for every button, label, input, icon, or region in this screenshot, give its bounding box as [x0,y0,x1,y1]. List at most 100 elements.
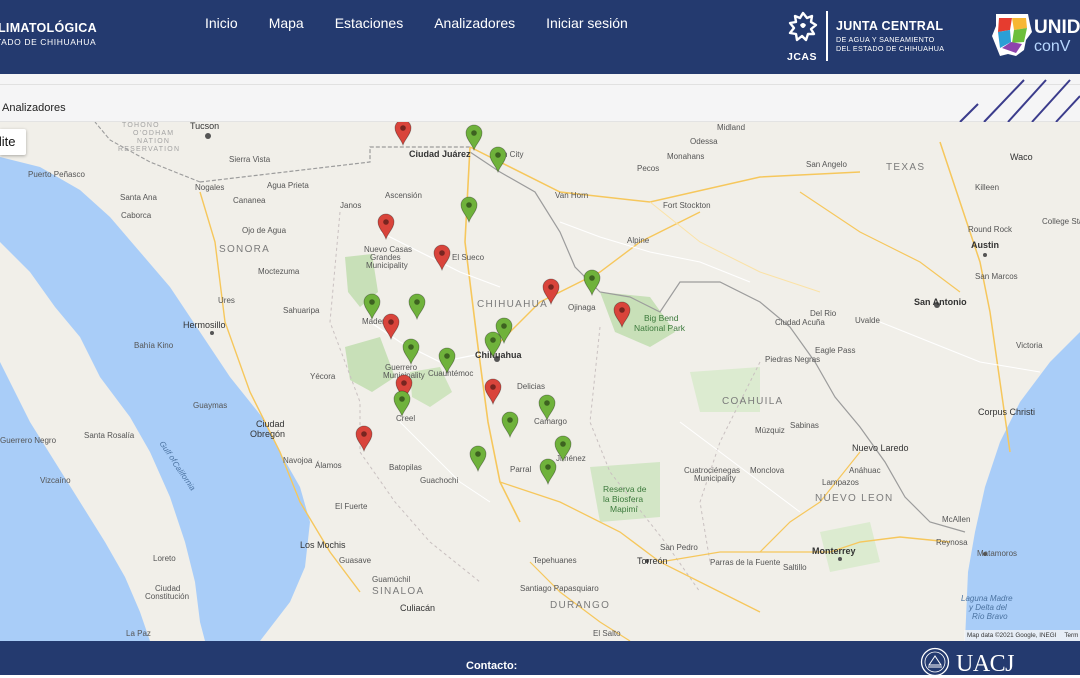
map-label-lampazos: Lampazos [822,478,859,487]
stations-map[interactable]: Tucson TOHONO O'ODHAM NATION RESERVATION… [0,122,1080,641]
jcas-divider [826,11,828,61]
station-marker-online[interactable] [469,445,487,472]
map-label-oodham: O'ODHAM [133,130,175,137]
map-label-alamos: Álamos [315,461,342,470]
map-type-satellite-button[interactable]: llite [0,129,26,155]
map-label-del-rio: Del Rio [810,309,837,318]
map-label-santiago: Santiago Papasquiaro [520,584,599,593]
uacj-seal-icon [920,647,950,677]
chihuahua-state-map-icon [992,14,1032,56]
map-label-parral: Parral [510,465,532,474]
map-label-el-fuerte: El Fuerte [335,502,368,511]
map-label-waco: Waco [1010,152,1033,162]
map-label-texas: TEXAS [886,162,926,173]
unidos-word-1: UNID [1034,17,1080,38]
map-label-culiacan: Culiacán [400,603,436,613]
map-label-reservation: RESERVATION [118,146,181,153]
map-label-san-angelo: San Angelo [806,160,847,169]
map-label-guamuchil: Guamúchil [372,575,411,584]
map-label-big-bend-1: Big Bend [644,313,679,323]
station-marker-online[interactable] [484,331,502,358]
map-label-hermosillo: Hermosillo [183,320,226,330]
station-marker-offline[interactable] [613,301,631,328]
map-label-navojoa: Navojoa [283,456,313,465]
map-label-tepehuanes: Tepehuanes [533,556,577,565]
map-label-killeen: Killeen [975,183,1000,192]
station-marker-online[interactable] [539,458,557,485]
station-marker-offline[interactable] [377,213,395,240]
map-label-monahans: Monahans [667,152,705,161]
map-label-eagle-pass: Eagle Pass [815,346,856,355]
map-label-ascension: Ascensión [385,191,422,200]
map-label-corpus-christi: Corpus Christi [978,407,1036,417]
nav-link-analizadores[interactable]: Analizadores [434,15,515,31]
subbar-divider [0,84,1080,85]
map-attribution: Map data ©2021 Google, INEGI Term [964,630,1080,641]
map-label-sahuaripa: Sahuaripa [283,306,320,315]
map-label-sinaloa: SINALOA [372,586,425,597]
station-marker-offline[interactable] [382,313,400,340]
station-marker-online[interactable] [489,146,507,173]
map-label-ciudad-constitucion-2: Constitución [145,592,190,601]
station-marker-online[interactable] [438,347,456,374]
map-label-santa-ana: Santa Ana [120,193,157,202]
site-brand[interactable]: LIMATOLÓGICA TADO DE CHIHUAHUA [0,22,97,46]
map-label-mcallen: McAllen [942,515,971,524]
map-label-tucson: Tucson [190,122,220,131]
map-label-agua-prieta: Agua Prieta [267,181,309,190]
jcas-emblem-icon [788,11,818,42]
map-label-santa-rosalia: Santa Rosalía [84,431,135,440]
decorative-stripes [959,79,1080,123]
station-marker-offline[interactable] [394,122,412,146]
nav-link-estaciones[interactable]: Estaciones [335,15,403,31]
station-marker-online[interactable] [501,411,519,438]
terms-link[interactable]: Term [1064,632,1078,639]
map-label-college-station: College Stati [1042,217,1080,226]
map-label-cananea: Cananea [233,196,266,205]
map-label-san-antonio: San Antonio [914,297,967,307]
nav-link-mapa[interactable]: Mapa [269,15,304,31]
station-marker-online[interactable] [465,124,483,151]
map-label-victoria: Victoria [1016,341,1043,350]
station-marker-offline[interactable] [355,425,373,452]
map-label-san-pedro: San Pedro [660,543,698,552]
breadcrumb-bar: Analizadores [0,74,1080,122]
map-label-torreon: Torreón [637,556,668,566]
station-marker-online[interactable] [393,390,411,417]
station-marker-offline[interactable] [542,278,560,305]
map-label-moctezuma: Moctezuma [258,267,300,276]
map-label-nogales: Nogales [195,183,225,192]
station-marker-online[interactable] [408,293,426,320]
map-label-reynosa: Reynosa [936,538,968,547]
footer-contact: Contacto: [466,660,518,672]
map-label-ciudad-juarez: Ciudad Juárez [409,149,471,159]
nav-link-iniciar-sesion[interactable]: Iniciar sesión [546,15,628,31]
nav-link-inicio[interactable]: Inicio [205,15,238,31]
jcas-code: JCAS [787,51,818,63]
map-label-ciudad-acuna: Ciudad Acuña [775,318,825,327]
footer: Contacto: UACJ [0,641,1080,677]
station-marker-online[interactable] [460,196,478,223]
station-marker-online[interactable] [538,394,556,421]
station-marker-online[interactable] [583,269,601,296]
station-marker-offline[interactable] [433,244,451,271]
main-nav: Inicio Mapa Estaciones Analizadores Inic… [205,15,628,31]
map-label-sonora: SONORA [219,244,271,255]
station-marker-offline[interactable] [484,378,502,405]
brand-subtitle: TADO DE CHIHUAHUA [0,36,97,47]
map-label-nation: NATION [137,138,171,145]
map-label-round-rock: Round Rock [968,225,1013,234]
map-label-matamoros: Matamoros [977,549,1018,558]
map-label-caborca: Caborca [121,211,152,220]
station-marker-online[interactable] [363,293,381,320]
map-label-biosfera-2: la Biosfera [603,494,644,504]
map-label-midland: Midland [717,123,746,132]
station-marker-online[interactable] [402,338,420,365]
map-label-los-mochis: Los Mochis [300,540,346,550]
map-label-vizcaino: Vizcaíno [40,476,71,485]
map-label-guerrero-negro: Guerrero Negro [0,436,57,445]
map-label-parras: Parras de la Fuente [710,558,781,567]
map-label-sierra-vista: Sierra Vista [229,155,271,164]
map-label-biosfera-3: Mapimí [610,504,638,514]
map-label-san-marcos: San Marcos [975,272,1018,281]
